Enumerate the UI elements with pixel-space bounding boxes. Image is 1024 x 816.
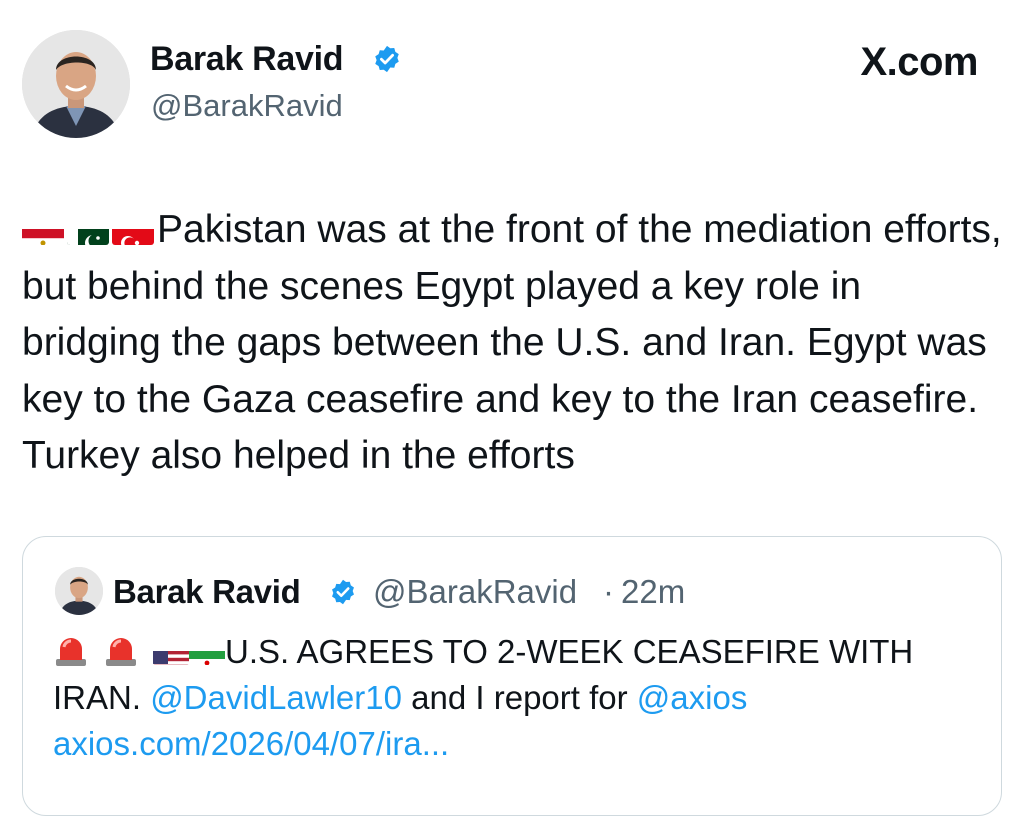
verified-badge-icon — [372, 44, 402, 79]
x-logo: X.com — [860, 40, 978, 85]
quoted-timestamp[interactable]: 22m — [621, 573, 685, 611]
turkey-flag-icon — [112, 217, 154, 245]
quoted-author-handle[interactable]: @BarakRavid — [373, 573, 577, 611]
mention-link[interactable]: @DavidLawler10 — [150, 679, 402, 716]
siren-icon — [53, 633, 89, 667]
tweet-body: Pakistan was at the front of the mediati… — [22, 208, 1002, 477]
mention-link[interactable]: @axios — [637, 679, 748, 716]
separator-dot: · — [603, 573, 614, 611]
author-handle[interactable]: @BarakRavid — [151, 88, 343, 124]
article-link[interactable]: axios.com/2026/04/07/ira... — [53, 725, 449, 762]
pakistan-flag-icon — [67, 217, 109, 245]
quoted-text-mid: and I report for — [411, 679, 627, 716]
verified-badge-icon — [329, 578, 357, 611]
author-avatar[interactable] — [22, 30, 130, 138]
us-flag-icon — [153, 641, 189, 665]
quoted-author-avatar[interactable] — [55, 567, 103, 615]
tweet-text: Pakistan was at the front of the mediati… — [22, 202, 1002, 485]
flag-group — [22, 217, 154, 245]
author-name[interactable]: Barak Ravid — [150, 40, 343, 79]
quoted-tweet-text: U.S. AGREES TO 2-WEEK CEASEFIRE WITH IRA… — [53, 629, 983, 767]
siren-icon — [103, 633, 139, 667]
egypt-flag-icon — [22, 217, 64, 245]
quoted-tweet-card[interactable]: Barak Ravid @BarakRavid · 22m — [22, 536, 1002, 816]
iran-flag-icon — [189, 641, 225, 665]
quoted-author-name[interactable]: Barak Ravid — [113, 573, 300, 611]
